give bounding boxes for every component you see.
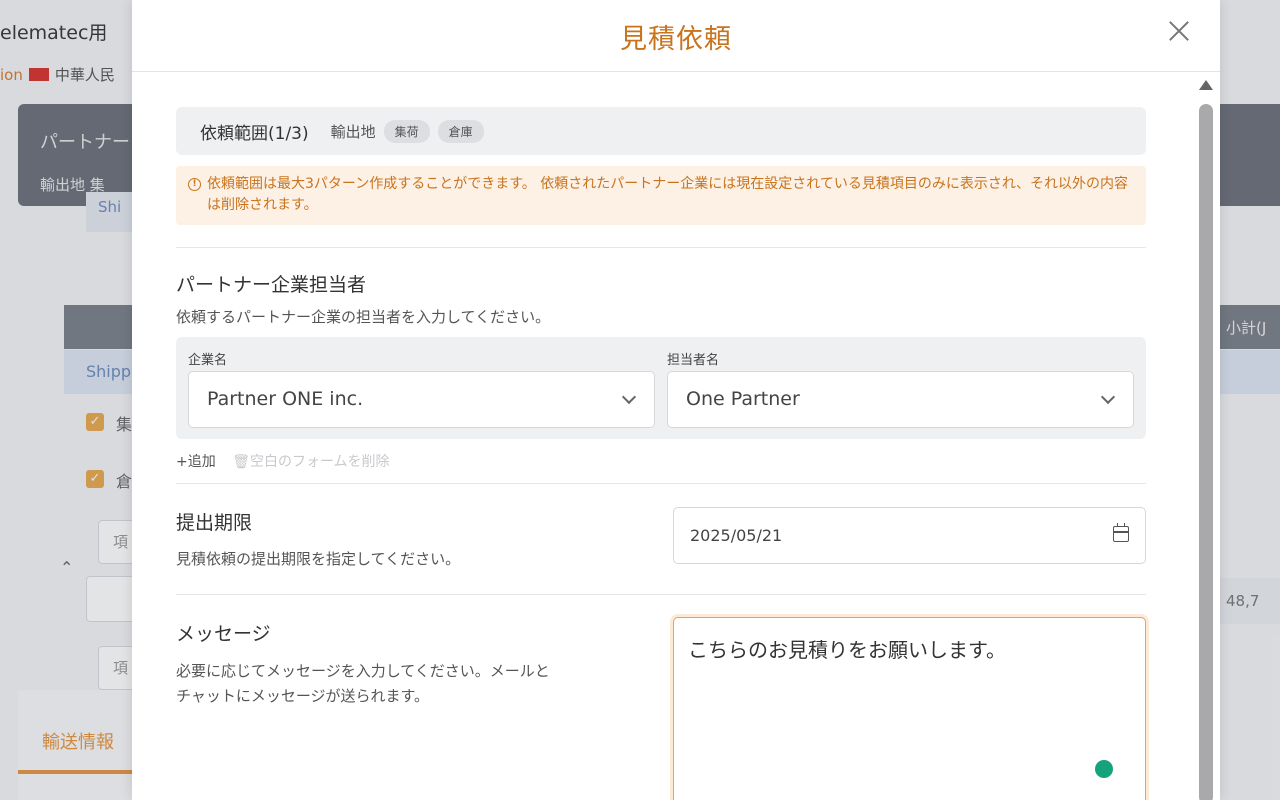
deadline-section: 提出期限 見積依頼の提出期限を指定してください。 2025/05/21 [176,484,1146,594]
message-section: メッセージ 必要に応じてメッセージを入力してください。メールと チャットにメッセ… [176,595,1146,800]
contact-name-label: 担当者名 [667,353,720,368]
scroll-up-arrow-icon[interactable] [1199,80,1213,90]
message-textarea[interactable]: こちらのお見積りをお願いします。 [673,617,1146,800]
delete-blank-form-label: 空白のフォームを削除 [249,454,390,470]
company-name-label: 企業名 [188,353,228,368]
contact-name-select[interactable]: One Partner [667,371,1134,428]
info-icon: ! [188,178,201,191]
quote-request-modal: 見積依頼 依頼範囲(1/3) 輸出地 集荷 倉庫 ! 依頼範囲は最大3パターン作… [132,0,1220,800]
section-divider [176,247,1146,248]
deadline-description: 見積依頼の提出期限を指定してください。 [176,550,461,568]
message-description-line1: 必要に応じてメッセージを入力してください。メールと [176,662,550,680]
deadline-date-input[interactable]: 2025/05/21 [673,507,1146,564]
modal-header: 見積依頼 [132,0,1220,72]
partner-section-heading: パートナー企業担当者 [176,274,367,296]
modal-scrollbar[interactable] [1198,80,1214,800]
modal-content: 依頼範囲(1/3) 輸出地 集荷 倉庫 ! 依頼範囲は最大3パターン作成すること… [176,72,1146,800]
request-range-bar: 依頼範囲(1/3) 輸出地 集荷 倉庫 [176,107,1146,155]
company-name-select[interactable]: Partner ONE inc. [188,371,655,428]
message-heading: メッセージ [176,623,271,645]
calendar-icon[interactable] [1113,523,1129,542]
modal-title: 見積依頼 [620,24,732,55]
range-notice: ! 依頼範囲は最大3パターン作成することができます。 依頼されたパートナー企業に… [176,166,1146,225]
message-description-line2: チャットにメッセージが送られます。 [176,687,430,705]
trash-icon: 🗑 [232,454,250,470]
add-partner-button[interactable]: +追加 [176,454,216,470]
range-chip-warehouse: 倉庫 [437,119,484,143]
range-notice-text: 依頼範囲は最大3パターン作成することができます。 依頼されたパートナー企業には現… [207,176,1128,213]
deadline-heading: 提出期限 [176,512,253,534]
message-description: 必要に応じてメッセージを入力してください。メールと チャットにメッセージが送られ… [176,659,550,709]
close-icon[interactable] [1164,16,1194,46]
request-range-title: 依頼範囲(1/3) [200,123,309,144]
contact-name-value: One Partner [686,388,800,410]
chevron-down-icon [621,389,637,405]
scroll-thumb[interactable] [1199,104,1213,800]
request-range-export-label: 輸出地 [330,122,376,141]
status-dot-icon [1095,760,1113,778]
range-chip-pickup: 集荷 [383,119,430,143]
chevron-down-icon [1100,389,1116,405]
partner-actions: +追加 🗑空白のフォームを削除 [176,451,1146,473]
deadline-date-value: 2025/05/21 [690,526,783,545]
partner-form-row: 企業名 Partner ONE inc. 担当者名 One Partner [176,337,1146,439]
delete-blank-form-button[interactable]: 🗑空白のフォームを削除 [232,454,389,470]
partner-section-description: 依頼するパートナー企業の担当者を入力してください。 [176,308,551,326]
company-name-value: Partner ONE inc. [207,388,364,410]
message-text: こちらのお見積りをお願いします。 [688,638,1006,662]
